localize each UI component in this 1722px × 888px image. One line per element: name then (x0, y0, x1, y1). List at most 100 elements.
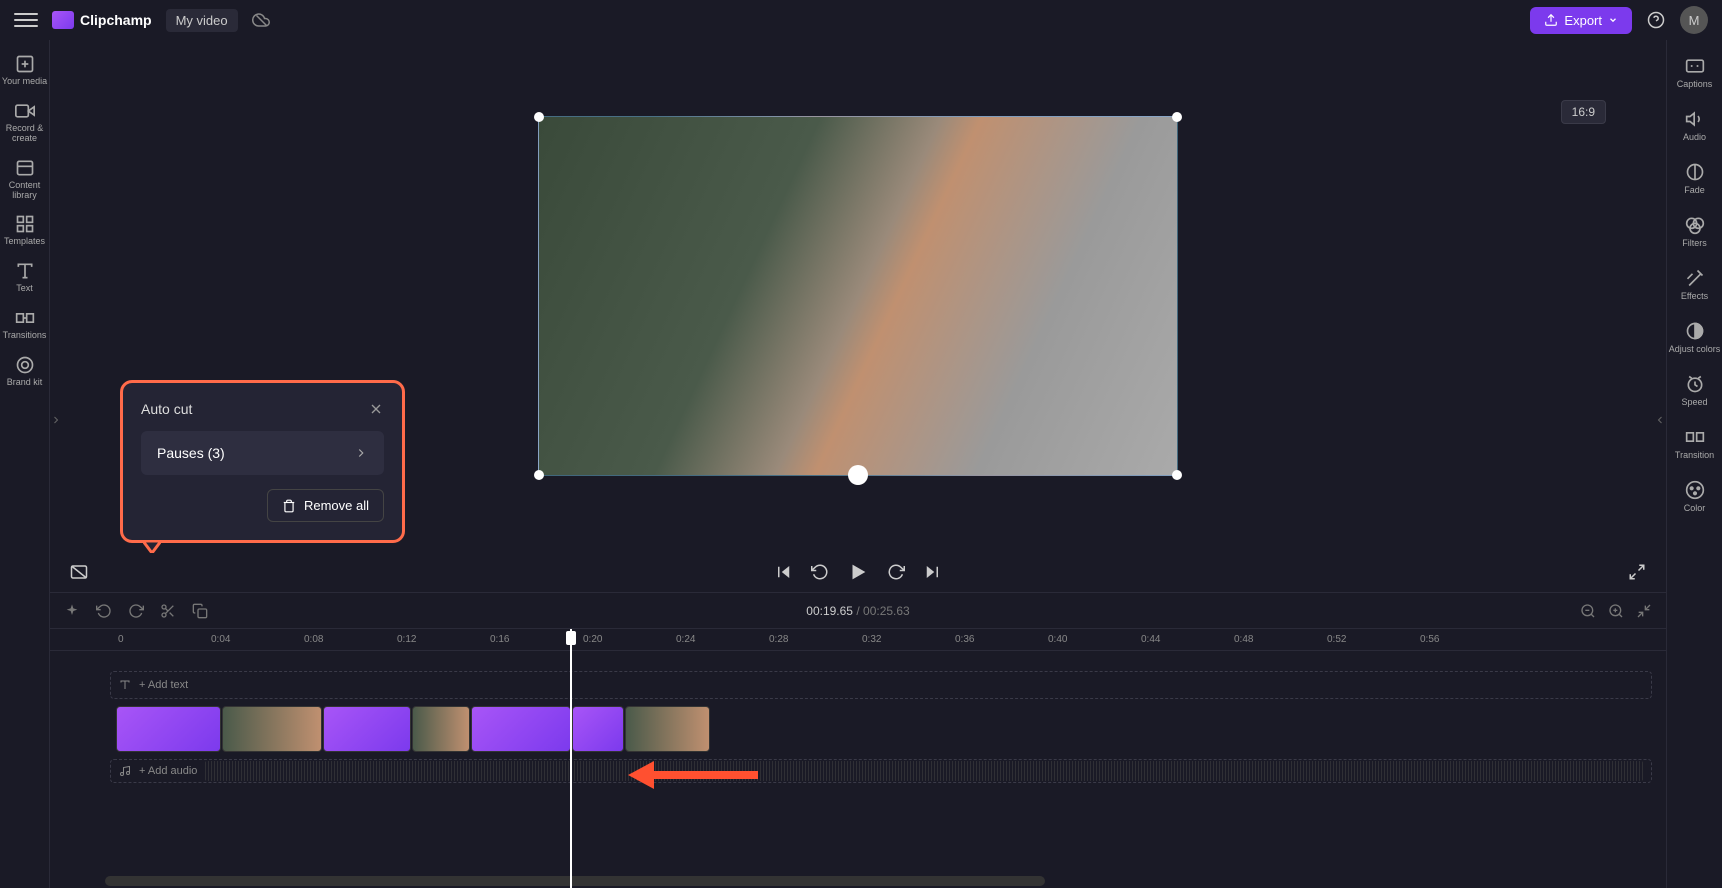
speed-icon (1685, 374, 1705, 394)
timeline-ruler[interactable]: 0 0:04 0:08 0:12 0:16 0:20 0:24 0:28 0:3… (50, 629, 1666, 651)
sidebar-label: Record & create (2, 124, 48, 144)
rightbar-item-speed[interactable]: Speed (1669, 366, 1721, 415)
rightbar-item-fade[interactable]: Fade (1669, 154, 1721, 203)
fit-icon[interactable] (1636, 603, 1652, 619)
skip-back-button[interactable] (775, 563, 793, 581)
video-clip[interactable] (116, 706, 221, 752)
horizontal-scrollbar[interactable] (105, 876, 1045, 886)
cloud-sync-icon (252, 11, 270, 29)
help-button[interactable] (1642, 6, 1670, 34)
rightbar-item-color[interactable]: Color (1669, 472, 1721, 521)
close-icon[interactable] (368, 401, 384, 417)
sidebar-item-templates[interactable]: Templates (2, 208, 48, 253)
ruler-tick: 0:40 (1048, 634, 1067, 645)
sparkle-icon[interactable] (64, 603, 80, 619)
export-button[interactable]: Export (1530, 7, 1632, 34)
ruler-tick: 0:32 (862, 634, 881, 645)
brand-logo[interactable]: Clipchamp (52, 11, 152, 29)
sidebar-item-transitions[interactable]: Transitions (2, 302, 48, 347)
remove-all-button[interactable]: Remove all (267, 489, 384, 522)
sidebar-item-content-library[interactable]: Content library (2, 152, 48, 207)
sidebar-label: Templates (4, 237, 45, 247)
current-time: 00:19.65 (806, 604, 853, 618)
resize-handle-bl[interactable] (534, 470, 544, 480)
rightbar-item-transition[interactable]: Transition (1669, 419, 1721, 468)
safe-zone-button[interactable] (70, 563, 88, 581)
export-label: Export (1564, 13, 1602, 28)
ruler-tick: 0:28 (769, 634, 788, 645)
timecode-display: 00:19.65 / 00:25.63 (806, 604, 909, 618)
resize-handle-tr[interactable] (1172, 112, 1182, 122)
text-icon (119, 679, 131, 691)
timeline[interactable]: 0 0:04 0:08 0:12 0:16 0:20 0:24 0:28 0:3… (50, 628, 1666, 888)
rightbar-item-effects[interactable]: Effects (1669, 260, 1721, 309)
rightbar-item-adjust-colors[interactable]: Adjust colors (1669, 313, 1721, 362)
video-preview[interactable] (538, 116, 1178, 476)
video-clip[interactable] (471, 706, 571, 752)
rightbar-item-audio[interactable]: Audio (1669, 101, 1721, 150)
copy-icon[interactable] (192, 603, 208, 619)
resize-handle-br[interactable] (1172, 470, 1182, 480)
ruler-tick: 0:36 (955, 634, 974, 645)
text-track[interactable]: + Add text (110, 671, 1652, 699)
aspect-ratio-badge[interactable]: 16:9 (1561, 100, 1606, 124)
brand-name: Clipchamp (80, 12, 152, 28)
audio-track[interactable]: + Add audio (110, 759, 1652, 783)
ruler-tick: 0:48 (1234, 634, 1253, 645)
sidebar-label: Text (16, 284, 33, 294)
scissors-icon[interactable] (160, 603, 176, 619)
center-area: 16:9 Auto cut Pauses (3) (50, 40, 1666, 888)
help-icon (1647, 11, 1665, 29)
user-avatar[interactable]: M (1680, 6, 1708, 34)
topbar-left: Clipchamp My video (14, 8, 270, 32)
play-button[interactable] (847, 561, 869, 583)
camera-icon (15, 101, 35, 121)
timeline-toolbar: 00:19.65 / 00:25.63 (50, 592, 1666, 628)
collapse-rightbar-chevron-icon[interactable] (1654, 410, 1666, 430)
forward-button[interactable] (887, 563, 905, 581)
chevron-right-icon (354, 446, 368, 460)
skip-forward-button[interactable] (923, 563, 941, 581)
captions-icon (1685, 56, 1705, 76)
playhead-handle[interactable] (566, 631, 576, 645)
fullscreen-button[interactable] (1628, 563, 1646, 581)
video-clip[interactable] (323, 706, 411, 752)
ruler-tick: 0:20 (583, 634, 602, 645)
video-clip[interactable] (625, 706, 710, 752)
video-clip[interactable] (412, 706, 470, 752)
sidebar-item-brand-kit[interactable]: Brand kit (2, 349, 48, 394)
rotate-handle-icon[interactable] (848, 465, 868, 485)
plus-box-icon (15, 54, 35, 74)
popup-tail-icon (143, 541, 161, 553)
ruler-tick: 0:52 (1327, 634, 1346, 645)
ruler-tick: 0:24 (676, 634, 695, 645)
playhead[interactable] (570, 629, 572, 888)
zoom-out-icon[interactable] (1580, 603, 1596, 619)
contrast-icon (1685, 321, 1705, 341)
rightbar-item-captions[interactable]: Captions (1669, 48, 1721, 97)
transport-controls (50, 552, 1666, 592)
rewind-button[interactable] (811, 563, 829, 581)
project-name[interactable]: My video (166, 9, 238, 32)
redo-icon[interactable] (128, 603, 144, 619)
video-clip[interactable] (222, 706, 322, 752)
autocut-pauses-item[interactable]: Pauses (3) (141, 431, 384, 475)
menu-button[interactable] (14, 8, 38, 32)
rightbar-item-filters[interactable]: Filters (1669, 207, 1721, 256)
sidebar-label: Transitions (3, 331, 47, 341)
sidebar-label: Brand kit (7, 378, 43, 388)
clipchamp-logo-icon (52, 11, 74, 29)
ruler-tick: 0:08 (304, 634, 323, 645)
undo-icon[interactable] (96, 603, 112, 619)
volume-icon (1685, 109, 1705, 129)
sidebar-item-record[interactable]: Record & create (2, 95, 48, 150)
sidebar-item-your-media[interactable]: Your media (2, 48, 48, 93)
video-track[interactable] (110, 705, 1652, 753)
brand-icon (15, 355, 35, 375)
zoom-in-icon[interactable] (1608, 603, 1624, 619)
sidebar-item-text[interactable]: Text (2, 255, 48, 300)
video-clip[interactable] (572, 706, 624, 752)
ruler-tick: 0:12 (397, 634, 416, 645)
resize-handle-tl[interactable] (534, 112, 544, 122)
fade-icon (1685, 162, 1705, 182)
